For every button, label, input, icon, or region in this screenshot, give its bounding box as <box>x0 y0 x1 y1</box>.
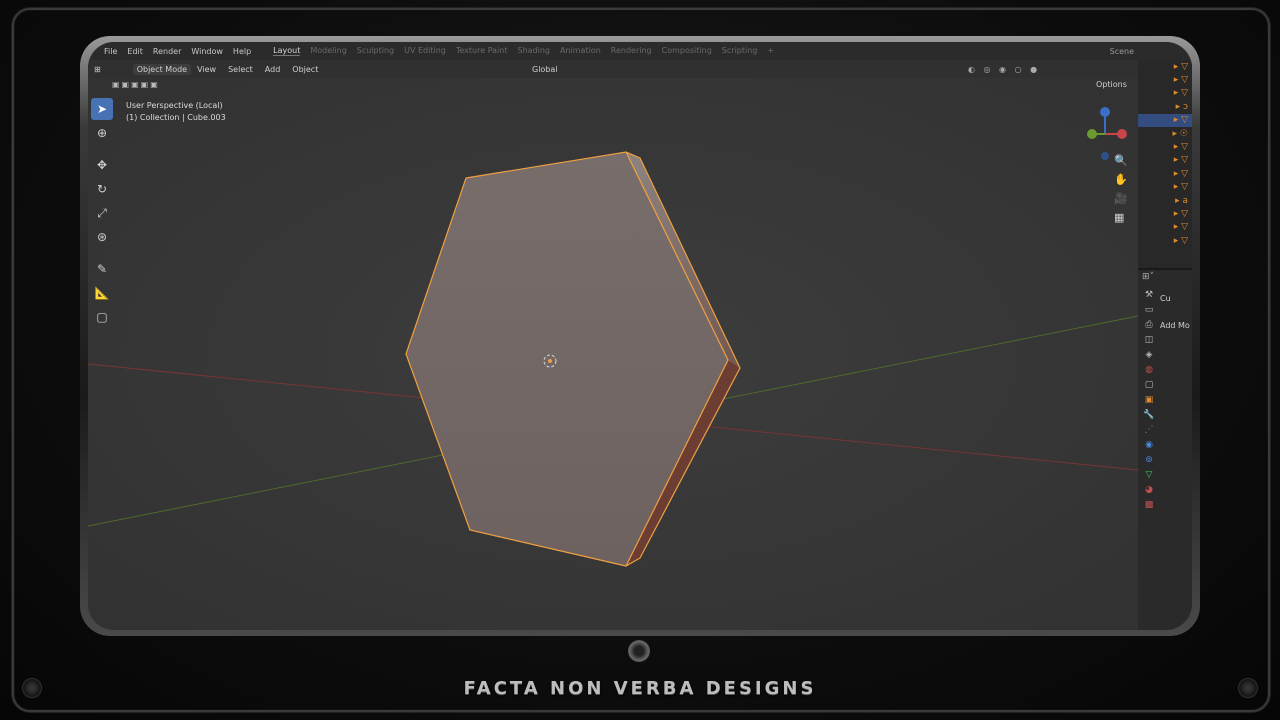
properties-tabs: ⚒ ▭ ⎙ ◫ ◈ ◍ ▢ ▣ 🔧 ⋰ ◉ ⊚ ▽ ◕ ▩ <box>1140 290 1158 510</box>
annotate-tool-icon[interactable]: ✎ <box>91 258 113 280</box>
outliner-row[interactable]: ▸ ▽ <box>1138 60 1192 73</box>
object-name-field[interactable]: Cu <box>1160 294 1190 303</box>
mode-selector[interactable]: Object Mode <box>132 63 192 75</box>
properties-editor-icon[interactable]: ⊞˅ <box>1142 272 1154 282</box>
menu-add[interactable]: Add <box>259 65 287 74</box>
outliner-row[interactable]: ▸ a <box>1138 194 1192 207</box>
outliner-row[interactable]: ▸ ☉ <box>1138 127 1192 140</box>
blender-screen: File Edit Render Window Help Layout Mode… <box>88 42 1192 630</box>
menu-select[interactable]: Select <box>222 65 259 74</box>
particles-tab-icon[interactable]: ⋰ <box>1145 425 1154 435</box>
menu-render[interactable]: Render <box>153 47 181 56</box>
output-tab-icon[interactable]: ⎙ <box>1145 320 1152 330</box>
transform-tool-icon[interactable]: ⊛ <box>91 226 113 248</box>
outliner-row[interactable]: ▸ ▽ <box>1138 234 1192 247</box>
world-tab-icon[interactable]: ◍ <box>1145 365 1153 375</box>
perspective-label: User Perspective (Local) <box>126 101 223 110</box>
rotate-tool-icon[interactable]: ↻ <box>91 178 113 200</box>
outliner-row[interactable]: ▸ ▽ <box>1138 73 1192 86</box>
tab-layout[interactable]: Layout <box>273 46 301 56</box>
tab-scripting[interactable]: Scripting <box>722 46 758 56</box>
measure-tool-icon[interactable]: 📐 <box>91 282 113 304</box>
workspace-tabs: Layout Modeling Sculpting UV Editing Tex… <box>273 46 774 56</box>
menu-object[interactable]: Object <box>286 65 324 74</box>
outliner-row[interactable]: ▸ ▽ <box>1138 87 1192 100</box>
menu-window[interactable]: Window <box>191 47 223 56</box>
gizmo-neg-z-axis[interactable] <box>1101 152 1109 160</box>
viewport-navigation: 🔍 ✋ 🎥 ▦ <box>1114 154 1128 224</box>
main-menu: File Edit Render Window Help <box>88 47 251 56</box>
add-cube-tool-icon[interactable]: ▢ <box>91 306 113 328</box>
add-modifier-button[interactable]: Add Mo <box>1160 321 1190 330</box>
tool-shelf: ➤ ⊕ ✥ ↻ ⤢ ⊛ ✎ 📐 ▢ <box>90 98 114 328</box>
tool-tab-icon[interactable]: ⚒ <box>1145 290 1153 300</box>
top-menu-bar: File Edit Render Window Help Layout Mode… <box>88 42 1192 60</box>
physics-tab-icon[interactable]: ◉ <box>1145 440 1153 450</box>
viewport-canvas[interactable] <box>88 78 1138 630</box>
grid-icon[interactable]: ▦ <box>1114 211 1128 224</box>
move-tool-icon[interactable]: ✥ <box>91 154 113 176</box>
scale-tool-icon[interactable]: ⤢ <box>91 202 113 224</box>
collection-label: (1) Collection | Cube.003 <box>126 113 226 122</box>
tab-texture-paint[interactable]: Texture Paint <box>456 46 508 56</box>
outliner-row[interactable]: ▸ ▽ <box>1138 140 1192 153</box>
outliner-row[interactable]: ▸ ▽ <box>1138 207 1192 220</box>
scene-tab-icon[interactable]: ◈ <box>1146 350 1153 360</box>
tab-sculpting[interactable]: Sculpting <box>357 46 394 56</box>
outliner-row[interactable]: ▸ ▽ <box>1138 167 1192 180</box>
viewport-header: ⊞ Object Mode View Select Add Object Glo… <box>88 60 1138 78</box>
select-tool-icon[interactable]: ➤ <box>91 98 113 120</box>
select-box-icon[interactable]: ▣▣▣▣▣ <box>112 80 160 89</box>
material-tab-icon[interactable]: ◕ <box>1145 485 1153 495</box>
outliner-row-selected[interactable]: ▸ ▽ <box>1138 113 1192 127</box>
outliner-row[interactable]: ▸ ▽ <box>1138 154 1192 167</box>
view-layer-tab-icon[interactable]: ◫ <box>1145 335 1154 345</box>
pan-hand-icon[interactable]: ✋ <box>1114 173 1128 186</box>
selection-mode-icons: ▣▣▣▣▣ <box>88 78 1138 92</box>
outliner-row[interactable]: ▸ ▽ <box>1138 221 1192 234</box>
tab-modeling[interactable]: Modeling <box>310 46 346 56</box>
gizmo-z-axis[interactable] <box>1100 107 1110 117</box>
viewport-shading-icons[interactable]: ◐ ◎ ◉ ○ ● <box>968 65 1040 74</box>
constraints-tab-icon[interactable]: ⊚ <box>1145 455 1153 465</box>
menu-edit[interactable]: Edit <box>127 47 143 56</box>
camera-icon[interactable]: 🎥 <box>1114 192 1128 205</box>
options-dropdown[interactable]: Options <box>1096 80 1127 89</box>
object-tab-icon[interactable]: ▣ <box>1145 395 1154 405</box>
gizmo-x-axis[interactable] <box>1117 129 1127 139</box>
menu-help[interactable]: Help <box>233 47 251 56</box>
outliner: ▸ ▽ ▸ ▽ ▸ ▽ ▸ ↄ ▸ ▽ ▸ ☉ ▸ ▽ ▸ ▽ ▸ ▽ ▸ ▽ … <box>1138 60 1192 270</box>
menu-file[interactable]: File <box>104 47 117 56</box>
tab-shading[interactable]: Shading <box>517 46 550 56</box>
tab-rendering[interactable]: Rendering <box>611 46 652 56</box>
gizmo-y-axis[interactable] <box>1087 129 1097 139</box>
cursor-tool-icon[interactable]: ⊕ <box>91 122 113 144</box>
data-tab-icon[interactable]: ▽ <box>1146 470 1153 480</box>
transform-orientation[interactable]: Global <box>528 64 562 75</box>
scene-selector[interactable]: Scene <box>1110 47 1192 56</box>
outliner-row[interactable]: ▸ ▽ <box>1138 181 1192 194</box>
outliner-row[interactable]: ▸ ↄ <box>1138 100 1192 113</box>
viewport-info: User Perspective (Local) (1) Collection … <box>126 100 226 124</box>
menu-view[interactable]: View <box>191 65 222 74</box>
object-origin <box>548 359 552 363</box>
tab-animation[interactable]: Animation <box>560 46 601 56</box>
add-workspace-button[interactable]: + <box>767 46 774 56</box>
device-home-button[interactable] <box>628 640 650 662</box>
render-tab-icon[interactable]: ▭ <box>1145 305 1154 315</box>
editor-type-icon[interactable]: ⊞ <box>88 65 107 74</box>
zoom-icon[interactable]: 🔍 <box>1114 154 1128 167</box>
right-panel: ▸ ▽ ▸ ▽ ▸ ▽ ▸ ↄ ▸ ▽ ▸ ☉ ▸ ▽ ▸ ▽ ▸ ▽ ▸ ▽ … <box>1138 60 1192 630</box>
collection-tab-icon[interactable]: ▢ <box>1145 380 1154 390</box>
brand-text: FACTA NON VERBA DESIGNS <box>463 678 817 699</box>
tab-compositing[interactable]: Compositing <box>662 46 712 56</box>
3d-viewport[interactable] <box>88 78 1138 630</box>
tab-uv-editing[interactable]: UV Editing <box>404 46 446 56</box>
texture-tab-icon[interactable]: ▩ <box>1145 500 1154 510</box>
modifier-tab-icon[interactable]: 🔧 <box>1143 410 1154 420</box>
properties-content: Cu Add Mo <box>1160 294 1190 330</box>
